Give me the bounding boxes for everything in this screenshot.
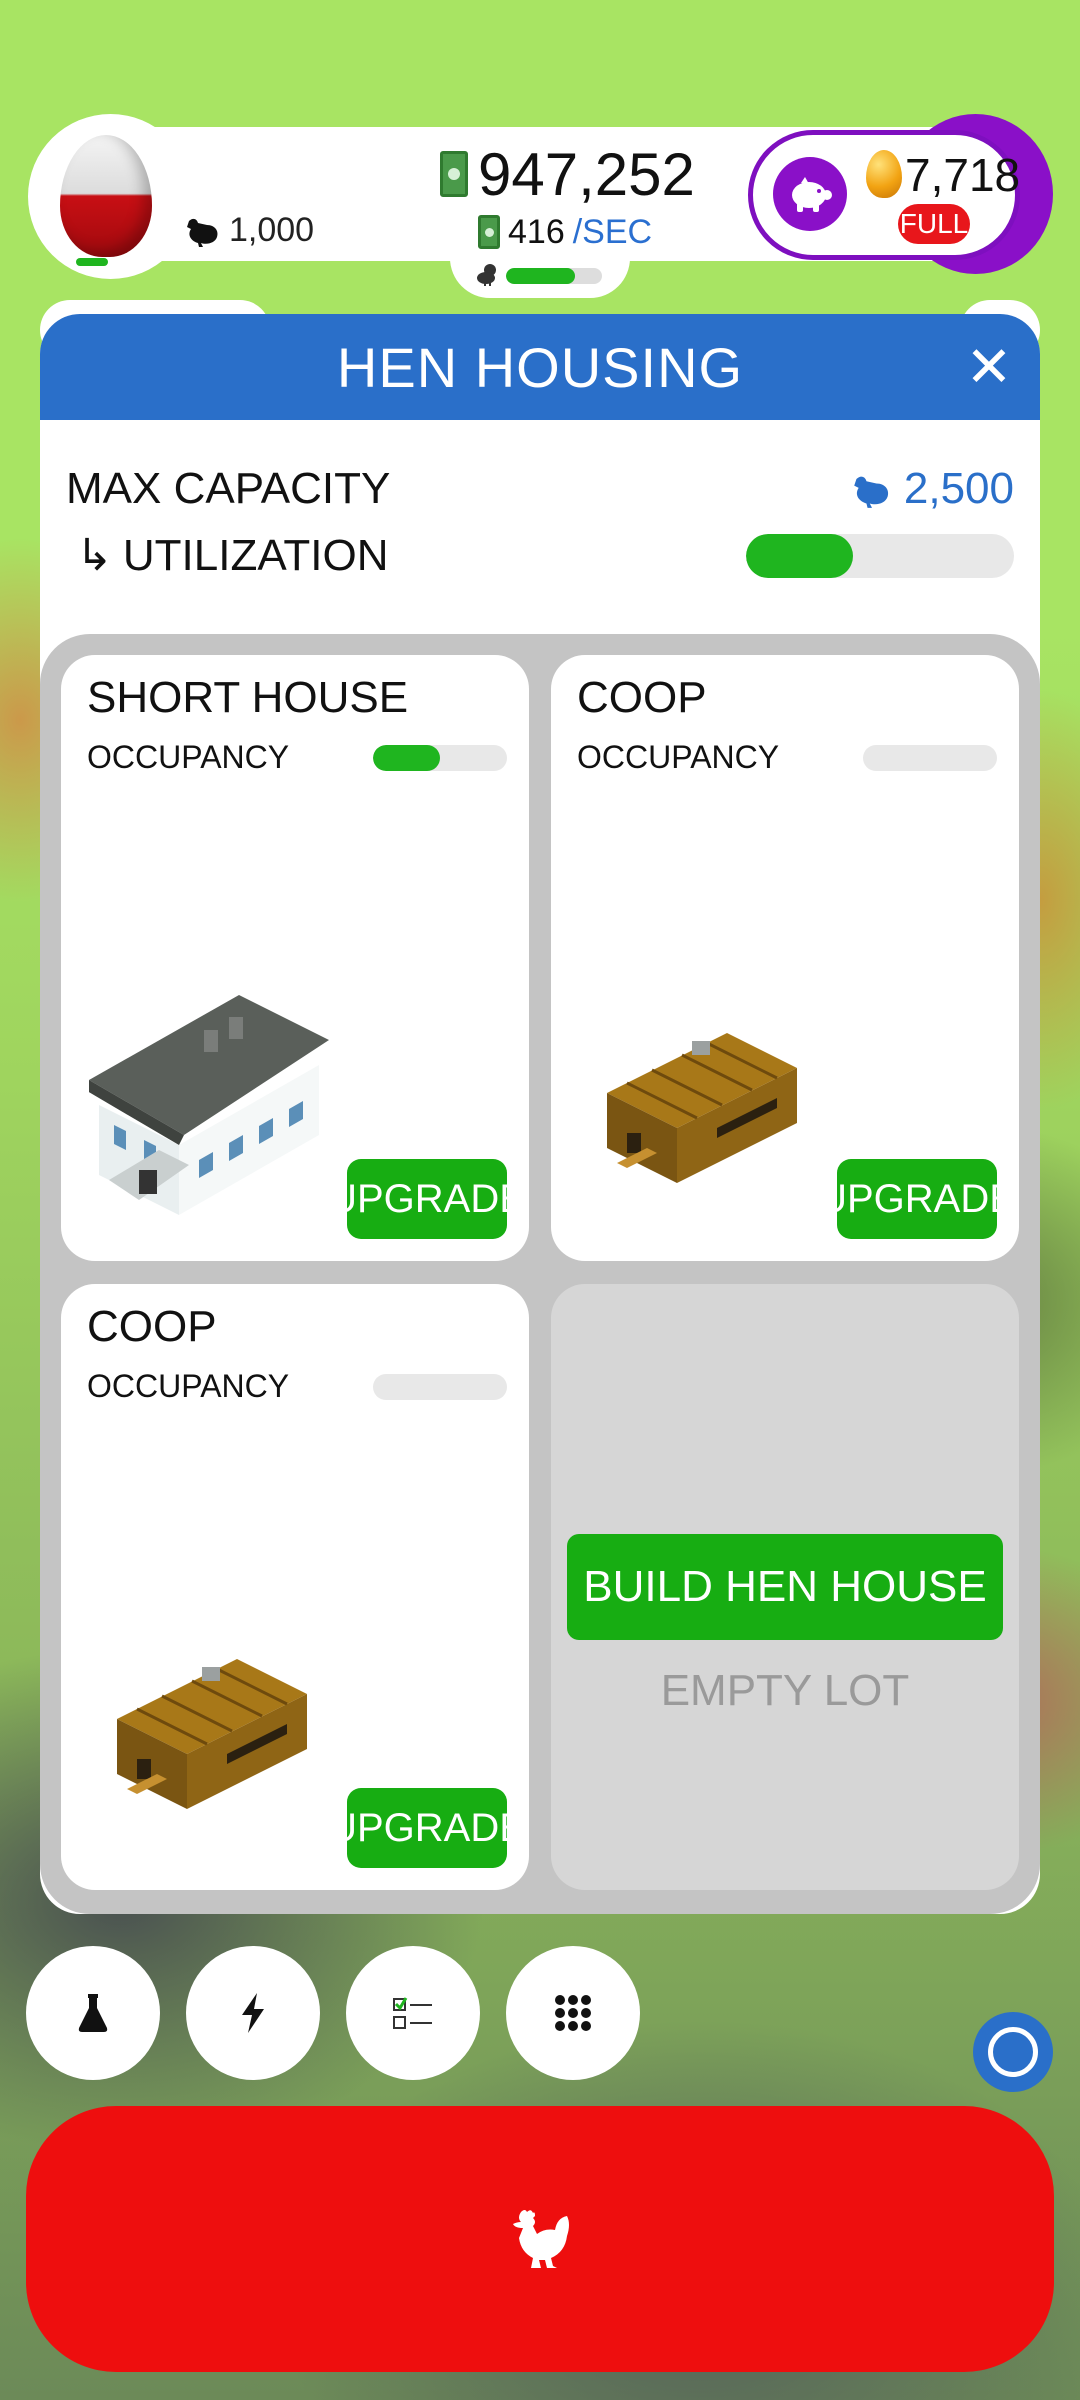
missions-checklist-icon	[393, 1997, 432, 2029]
boost-lightning-icon	[242, 1993, 264, 2033]
hen-count-value: 1,000	[229, 210, 315, 249]
max-capacity-value: 2,500	[903, 464, 1014, 513]
occupancy-bar	[373, 1374, 507, 1400]
house-card-short-house: SHORT HOUSE OCCUPANCY UPGRADE	[61, 655, 529, 1261]
chicken-icon-large	[513, 2210, 569, 2268]
menu-grid-icon	[555, 1995, 591, 2031]
occupancy-label: OCCUPANCY	[577, 739, 780, 775]
panel-title: HEN HOUSING	[336, 335, 744, 399]
house-card-coop: COOP OCCUPANCY UPGRADE	[61, 1284, 529, 1890]
max-capacity-value-wrap: 2,500	[852, 464, 1014, 514]
menu-button[interactable]	[506, 1946, 640, 2080]
upgrade-button[interactable]: UPGRADE	[328, 1159, 526, 1239]
house-card-coop: COOP OCCUPANCY UPGRADE	[551, 655, 1019, 1261]
utilization-label: UTILIZATION	[122, 530, 389, 580]
research-flask-icon	[78, 1994, 108, 2032]
upgrade-button[interactable]: UPGRADE	[818, 1159, 1016, 1239]
short-house-building-icon	[89, 995, 329, 1215]
occupancy-label: OCCUPANCY	[87, 1368, 290, 1404]
close-button[interactable]: ✕	[962, 339, 1016, 395]
hatch-chicken-button[interactable]	[26, 2106, 1054, 2372]
occupancy-label: OCCUPANCY	[87, 739, 290, 775]
max-capacity-row: MAX CAPACITY 2,500	[66, 464, 1014, 524]
chicken-icon	[187, 218, 218, 247]
money-display: 947,252	[440, 138, 695, 210]
occupancy-bar	[373, 745, 507, 771]
hen-housing-panel: HEN HOUSING ✕ MAX CAPACITY 2,500 ↳ UTILI…	[40, 314, 1040, 1914]
research-button[interactable]	[26, 1946, 160, 2080]
habitat-capacity-bar	[506, 268, 602, 284]
max-capacity-label: MAX CAPACITY	[66, 464, 391, 513]
panel-header: HEN HOUSING ✕	[40, 314, 1040, 420]
silo-full-badge: FULL	[898, 204, 970, 244]
house-name: COOP	[87, 1302, 217, 1351]
coop-building-icon	[607, 1033, 797, 1183]
house-grid: SHORT HOUSE OCCUPANCY UPGRADE COOP OCCUP…	[40, 634, 1040, 1914]
money-value: 947,252	[478, 140, 695, 208]
boost-button[interactable]	[186, 1946, 320, 2080]
chicken-icon-blue	[854, 476, 889, 508]
cash-icon-small	[478, 215, 500, 249]
empty-lot-label: EMPTY LOT	[660, 1666, 910, 1715]
piggy-bank-button[interactable]	[773, 157, 847, 231]
income-rate-value: 416	[508, 212, 565, 251]
empty-lot-card: BUILD HEN HOUSE EMPTY LOT	[551, 1284, 1019, 1890]
camera-toggle-button[interactable]	[973, 2012, 1053, 2092]
golden-egg-count: 7,718	[905, 149, 1021, 201]
utilization-bar	[746, 534, 1014, 578]
golden-egg-icon	[866, 150, 902, 198]
utilization-row: ↳ UTILIZATION	[76, 530, 389, 581]
coop-building-icon	[117, 1659, 307, 1809]
piggy-bank-icon	[792, 177, 832, 212]
cash-icon	[440, 151, 468, 197]
income-rate-unit: /SEC	[572, 212, 653, 251]
egg-progress-bar	[76, 258, 108, 266]
subitem-arrow-icon: ↳	[76, 531, 113, 580]
chick-icon	[477, 264, 496, 286]
house-name: SHORT HOUSE	[87, 673, 409, 722]
hen-count: 1,000	[185, 205, 314, 255]
house-name: COOP	[577, 673, 707, 722]
income-rate: 416/SEC	[478, 210, 652, 254]
missions-button[interactable]	[346, 1946, 480, 2080]
occupancy-bar	[863, 745, 997, 771]
upgrade-button[interactable]: UPGRADE	[328, 1788, 526, 1868]
build-hen-house-button[interactable]: BUILD HEN HOUSE	[567, 1534, 1003, 1640]
